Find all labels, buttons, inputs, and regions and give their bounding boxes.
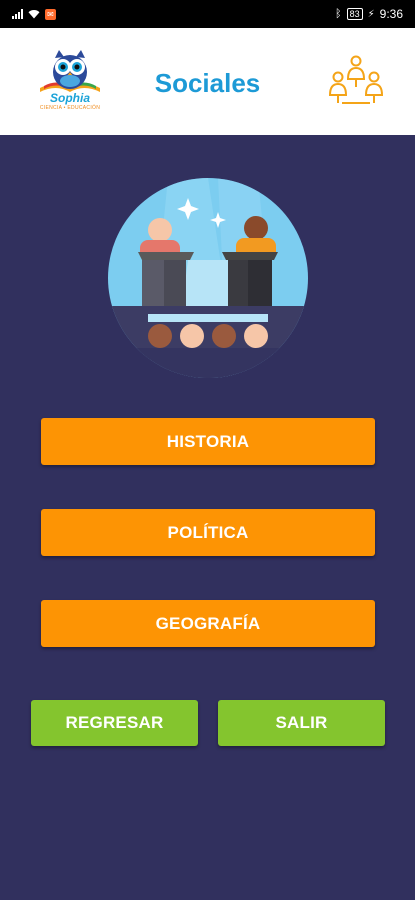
battery-indicator: 83 bbox=[346, 8, 363, 20]
exit-button[interactable]: SALIR bbox=[218, 700, 385, 746]
historia-button[interactable]: HISTORIA bbox=[41, 418, 375, 465]
debate-illustration-icon bbox=[108, 178, 308, 378]
politica-button[interactable]: POLÍTICA bbox=[41, 509, 375, 556]
bluetooth-icon: ᛒ bbox=[334, 8, 342, 20]
back-button[interactable]: REGRESAR bbox=[31, 700, 198, 746]
signal-icon bbox=[12, 9, 23, 19]
app-header: Sophia CIENCIA • EDUCACIÓN Sociales bbox=[0, 28, 415, 135]
status-left: ✉ bbox=[12, 8, 56, 20]
wifi-icon bbox=[28, 10, 40, 19]
logo-subtext: CIENCIA • EDUCACIÓN bbox=[39, 105, 101, 111]
status-bar: ✉ ᛒ 83 ⚡ 9:36 bbox=[0, 0, 415, 28]
status-right: ᛒ 83 ⚡ 9:36 bbox=[335, 7, 403, 21]
charging-icon: ⚡ bbox=[367, 8, 375, 20]
notification-icon: ✉ bbox=[45, 8, 56, 20]
status-time: 9:36 bbox=[379, 7, 403, 21]
geografia-button[interactable]: GEOGRAFÍA bbox=[41, 600, 375, 647]
team-icon[interactable] bbox=[328, 53, 384, 109]
